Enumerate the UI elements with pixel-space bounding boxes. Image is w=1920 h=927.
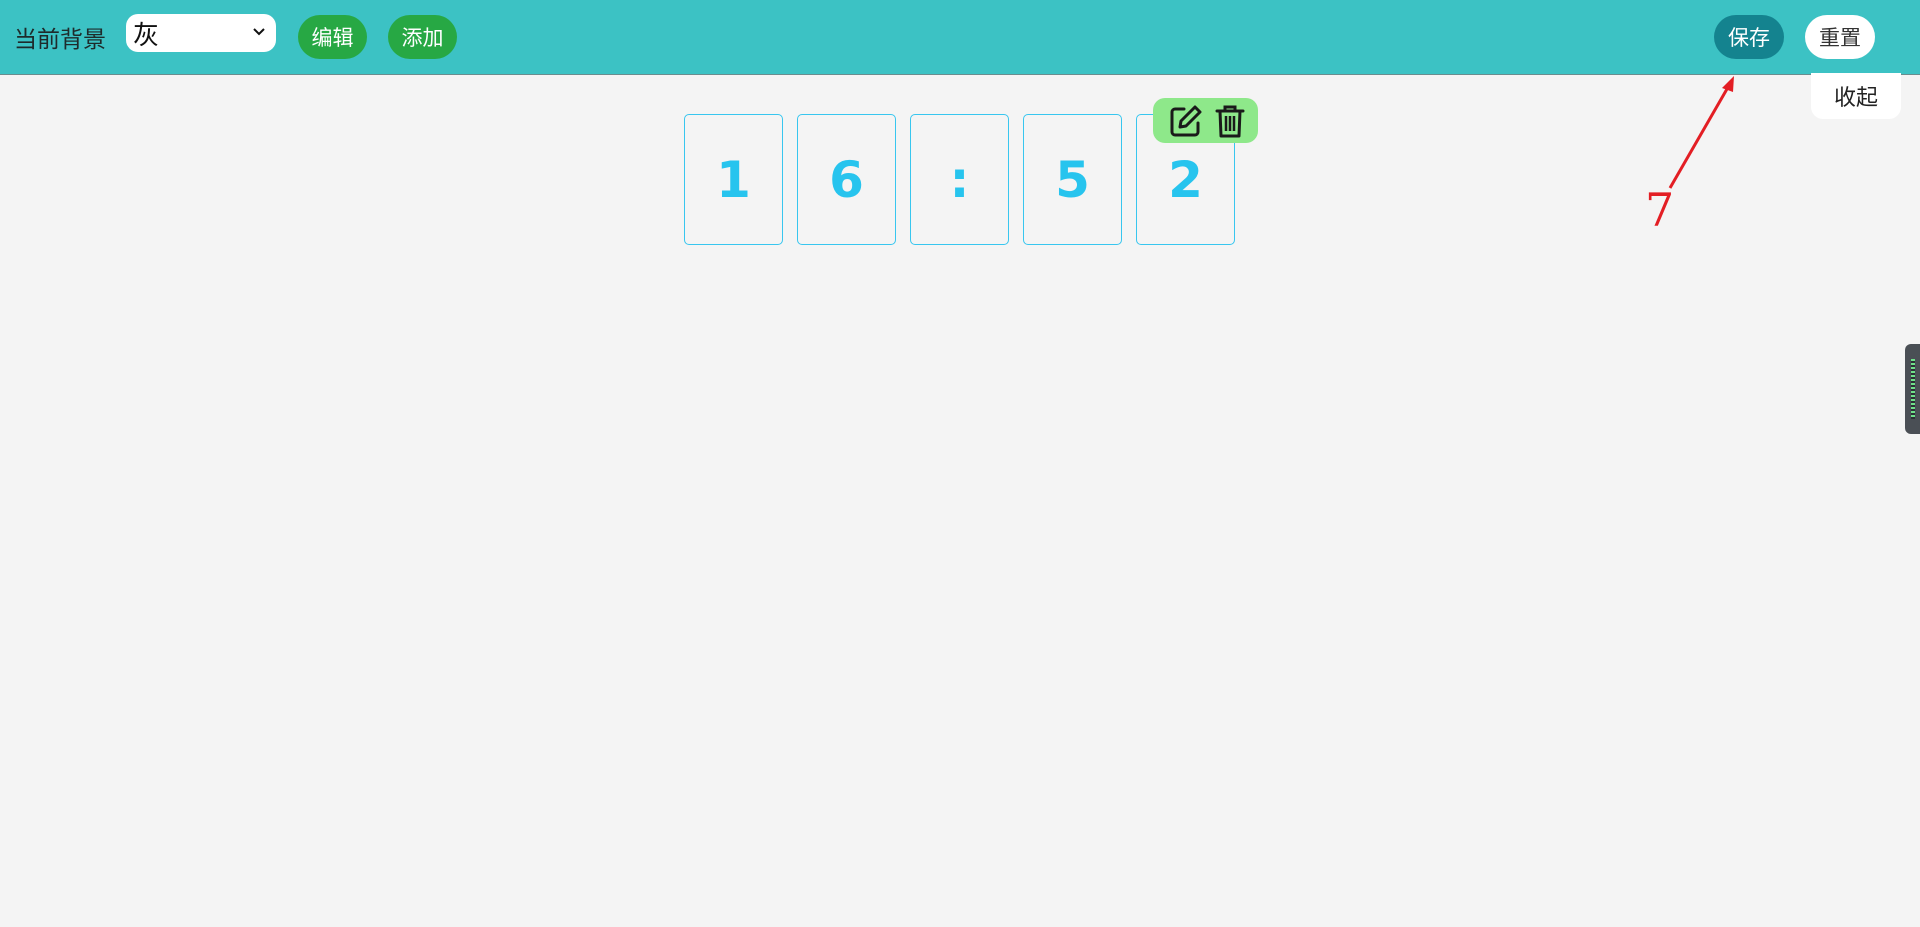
clock-separator[interactable]: : — [910, 114, 1009, 245]
annotation-number: 7 — [1645, 183, 1675, 237]
add-button[interactable]: 添加 — [388, 15, 457, 59]
chevron-down-icon — [253, 28, 265, 36]
trash-icon[interactable] — [1211, 102, 1249, 140]
background-select[interactable]: 灰 — [126, 14, 276, 52]
side-panel-handle[interactable] — [1905, 344, 1920, 434]
edit-button[interactable]: 编辑 — [298, 15, 367, 59]
clock-digit[interactable]: 6 — [797, 114, 896, 245]
background-label: 当前背景 — [14, 27, 106, 53]
annotation-arrow — [1668, 76, 1734, 189]
level-meter-icon — [1911, 359, 1915, 419]
clock-digit[interactable]: 5 — [1023, 114, 1122, 245]
edit-icon[interactable] — [1167, 102, 1205, 140]
save-button[interactable]: 保存 — [1714, 15, 1784, 59]
top-toolbar: 当前背景 灰 编辑 添加 保存 重置 — [0, 0, 1920, 75]
reset-button[interactable]: 重置 — [1805, 15, 1875, 59]
collapse-button[interactable]: 收起 — [1811, 73, 1901, 119]
clock-digit[interactable]: 1 — [684, 114, 783, 245]
digit-toolbox — [1153, 98, 1258, 143]
background-select-value: 灰 — [133, 20, 160, 51]
